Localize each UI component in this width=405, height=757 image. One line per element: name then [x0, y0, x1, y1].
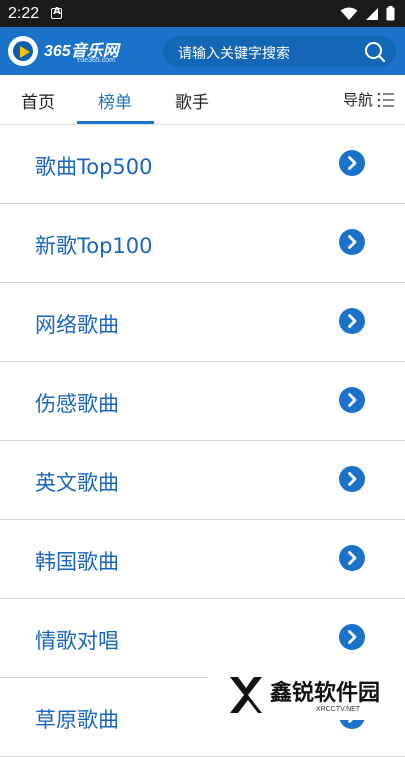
- tab-home[interactable]: 首页: [21, 88, 55, 113]
- watermark-x-logo: [230, 677, 262, 713]
- list-item-label: 草原歌曲: [35, 708, 119, 732]
- watermark: 鑫锐软件园 XRCCTV.NET: [208, 672, 405, 720]
- list-item[interactable]: 情歌对唱: [0, 599, 405, 678]
- chevron-right-icon: [339, 624, 365, 650]
- list-item-label: 新歌Top100: [35, 234, 153, 258]
- app-header: 365音乐网 Yue365.com 请输入关键字搜索: [0, 27, 405, 75]
- app-notification-icon: [51, 6, 63, 19]
- list-item[interactable]: 新歌Top100: [0, 204, 405, 283]
- nav-menu-button[interactable]: 导航: [343, 89, 395, 110]
- chevron-right-icon: [339, 387, 365, 413]
- logo-badge: [8, 36, 38, 66]
- battery-icon: [386, 6, 395, 21]
- list-item[interactable]: 伤感歌曲: [0, 362, 405, 441]
- search-icon[interactable]: [364, 41, 386, 63]
- chevron-right-icon: [339, 150, 365, 176]
- list-item-label: 歌曲Top500: [35, 155, 153, 179]
- active-tab-indicator: [77, 121, 154, 124]
- wifi-icon: [340, 7, 358, 20]
- list-item[interactable]: 英文歌曲: [0, 441, 405, 520]
- site-logo[interactable]: 365音乐网 Yue365.com: [8, 36, 158, 68]
- play-icon: [20, 46, 30, 58]
- nav-label: 导航: [342, 91, 373, 109]
- chevron-right-icon: [339, 466, 365, 492]
- list-item-label: 网络歌曲: [35, 313, 119, 337]
- search-placeholder: 请输入关键字搜索: [178, 46, 290, 62]
- logo-subtext: Yue365.com: [76, 57, 115, 64]
- list-item-label: 情歌对唱: [35, 629, 119, 653]
- list-item[interactable]: 网络歌曲: [0, 283, 405, 362]
- list-item[interactable]: 韩国歌曲: [0, 520, 405, 599]
- chevron-right-icon: [339, 308, 365, 334]
- tab-artists[interactable]: 歌手: [175, 88, 209, 113]
- chart-list: 歌曲Top500 新歌Top100 网络歌曲 伤感歌曲 英文歌曲 韩国歌曲 情歌…: [0, 125, 405, 757]
- tab-bar: 首页 榜单 歌手 导航: [0, 75, 405, 125]
- chevron-right-icon: [339, 229, 365, 255]
- status-time: 2:22: [8, 4, 40, 22]
- tab-charts[interactable]: 榜单: [98, 88, 132, 113]
- watermark-subtext: XRCCTV.NET: [316, 706, 361, 713]
- search-box[interactable]: 请输入关键字搜索: [163, 36, 396, 67]
- chevron-right-icon: [339, 545, 365, 571]
- list-menu-icon: [377, 92, 394, 107]
- status-bar: 2:22: [0, 0, 405, 27]
- list-item[interactable]: 歌曲Top500: [0, 125, 405, 204]
- watermark-text: 鑫锐软件园: [270, 681, 381, 706]
- signal-icon: [366, 7, 378, 20]
- list-item-label: 英文歌曲: [35, 471, 119, 495]
- list-item-label: 韩国歌曲: [35, 550, 119, 574]
- list-item-label: 伤感歌曲: [35, 392, 119, 416]
